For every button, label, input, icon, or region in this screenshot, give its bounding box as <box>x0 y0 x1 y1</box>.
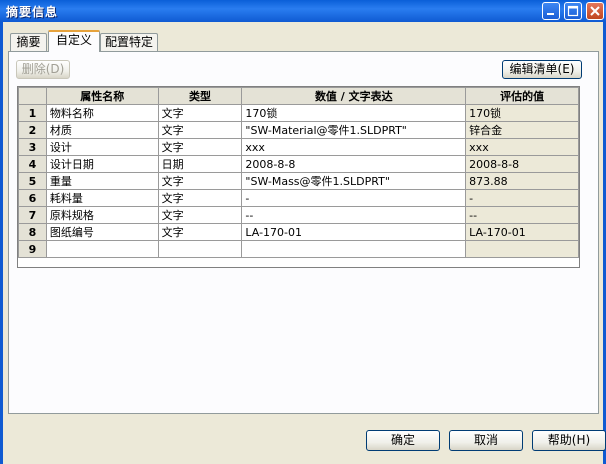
property-value-cell[interactable]: xxx <box>241 138 467 156</box>
property-name-cell[interactable]: 耗料量 <box>45 189 159 207</box>
edit-list-button-label: 编辑清单(E) <box>509 62 575 76</box>
property-type-cell[interactable]: 文字 <box>157 223 243 241</box>
row-number[interactable]: 2 <box>18 121 47 139</box>
column-header-value[interactable]: 数值 / 文字表达 <box>241 87 467 105</box>
delete-button-label: 删除(D) <box>21 62 65 76</box>
maximize-icon <box>567 5 579 17</box>
property-type-cell[interactable]: 文字 <box>157 172 243 190</box>
property-type-cell[interactable]: 文字 <box>157 189 243 207</box>
row-number[interactable]: 3 <box>18 138 47 156</box>
row-number[interactable]: 4 <box>18 155 47 173</box>
table-row[interactable]: 2 材质 文字 "SW-Material@零件1.SLDPRT" 锌合金 <box>18 121 579 139</box>
evaluated-value-cell: 873.88 <box>465 172 579 190</box>
tab-label: 配置特定 <box>104 35 153 49</box>
table-row[interactable]: 1 物料名称 文字 170锁 170锁 <box>18 104 579 122</box>
tab-custom[interactable]: 自定义 <box>48 30 100 52</box>
property-type-cell[interactable] <box>157 240 243 258</box>
edit-list-button[interactable]: 编辑清单(E) <box>502 60 582 79</box>
property-value-cell[interactable]: 170锁 <box>241 104 467 122</box>
property-name-cell[interactable]: 物料名称 <box>45 104 159 122</box>
properties-grid: 属性名称 类型 数值 / 文字表达 评估的值 1 物料名称 文字 170锁 17… <box>17 86 580 268</box>
close-button[interactable] <box>586 2 604 20</box>
evaluated-value-cell: 2008-8-8 <box>465 155 579 173</box>
evaluated-value-cell: LA-170-01 <box>465 223 579 241</box>
cancel-button-label: 取消 <box>473 433 498 447</box>
row-number[interactable]: 9 <box>18 240 47 258</box>
table-row[interactable]: 5 重量 文字 "SW-Mass@零件1.SLDPRT" 873.88 <box>18 172 579 190</box>
property-type-cell[interactable]: 文字 <box>157 121 243 139</box>
row-number[interactable]: 5 <box>18 172 47 190</box>
property-type-cell[interactable]: 日期 <box>157 155 243 173</box>
evaluated-value-cell: 170锁 <box>465 104 579 122</box>
maximize-button[interactable] <box>564 2 582 20</box>
cancel-button[interactable]: 取消 <box>449 430 523 451</box>
row-number[interactable]: 6 <box>18 189 47 207</box>
evaluated-value-cell: - <box>465 189 579 207</box>
minimize-button[interactable] <box>542 2 560 20</box>
row-number[interactable]: 1 <box>18 104 47 122</box>
table-row[interactable]: 6 耗料量 文字 - - <box>18 189 579 207</box>
corner-cell[interactable] <box>18 87 47 105</box>
minimize-icon <box>547 13 554 15</box>
title-bar: 摘要信息 <box>0 0 606 22</box>
row-number[interactable]: 8 <box>18 223 47 241</box>
property-type-cell[interactable]: 文字 <box>157 104 243 122</box>
evaluated-value-cell: -- <box>465 206 579 224</box>
property-name-cell[interactable]: 设计日期 <box>45 155 159 173</box>
window-title: 摘要信息 <box>6 5 59 19</box>
ok-button-label: 确定 <box>390 433 415 447</box>
property-type-cell[interactable]: 文字 <box>157 206 243 224</box>
window-frame-left <box>0 22 3 464</box>
evaluated-value-cell: 锌合金 <box>465 121 579 139</box>
help-button-label: 帮助(H) <box>547 433 591 447</box>
properties-table: 属性名称 类型 数值 / 文字表达 评估的值 1 物料名称 文字 170锁 17… <box>18 87 579 258</box>
property-name-cell[interactable]: 图纸编号 <box>45 223 159 241</box>
property-value-cell[interactable]: -- <box>241 206 467 224</box>
help-button[interactable]: 帮助(H) <box>532 430 606 451</box>
close-icon <box>590 6 600 16</box>
tab-label: 摘要 <box>16 35 41 49</box>
property-name-cell[interactable]: 设计 <box>45 138 159 156</box>
evaluated-value-cell: xxx <box>465 138 579 156</box>
table-row[interactable]: 3 设计 文字 xxx xxx <box>18 138 579 156</box>
property-value-cell[interactable]: LA-170-01 <box>241 223 467 241</box>
delete-button[interactable]: 删除(D) <box>16 60 70 79</box>
tab-summary[interactable]: 摘要 <box>10 33 47 51</box>
property-type-cell[interactable]: 文字 <box>157 138 243 156</box>
table-row[interactable]: 4 设计日期 日期 2008-8-8 2008-8-8 <box>18 155 579 173</box>
property-name-cell[interactable]: 重量 <box>45 172 159 190</box>
table-row[interactable]: 7 原料规格 文字 -- -- <box>18 206 579 224</box>
property-name-cell[interactable]: 材质 <box>45 121 159 139</box>
property-value-cell[interactable] <box>241 240 467 258</box>
property-name-cell[interactable] <box>45 240 159 258</box>
evaluated-value-cell <box>465 240 579 258</box>
header-row: 属性名称 类型 数值 / 文字表达 评估的值 <box>18 87 579 105</box>
ok-button[interactable]: 确定 <box>366 430 440 451</box>
property-value-cell[interactable]: "SW-Mass@零件1.SLDPRT" <box>241 172 467 190</box>
property-value-cell[interactable]: 2008-8-8 <box>241 155 467 173</box>
row-number[interactable]: 7 <box>18 206 47 224</box>
column-header-type[interactable]: 类型 <box>157 87 243 105</box>
table-row[interactable]: 9 <box>18 240 579 258</box>
property-value-cell[interactable]: - <box>241 189 467 207</box>
column-header-evaluated[interactable]: 评估的值 <box>465 87 579 105</box>
tab-label: 自定义 <box>55 33 92 47</box>
column-header-name[interactable]: 属性名称 <box>45 87 159 105</box>
property-value-cell[interactable]: "SW-Material@零件1.SLDPRT" <box>241 121 467 139</box>
property-name-cell[interactable]: 原料规格 <box>45 206 159 224</box>
tab-config-specific[interactable]: 配置特定 <box>100 33 158 51</box>
table-row[interactable]: 8 图纸编号 文字 LA-170-01 LA-170-01 <box>18 223 579 241</box>
